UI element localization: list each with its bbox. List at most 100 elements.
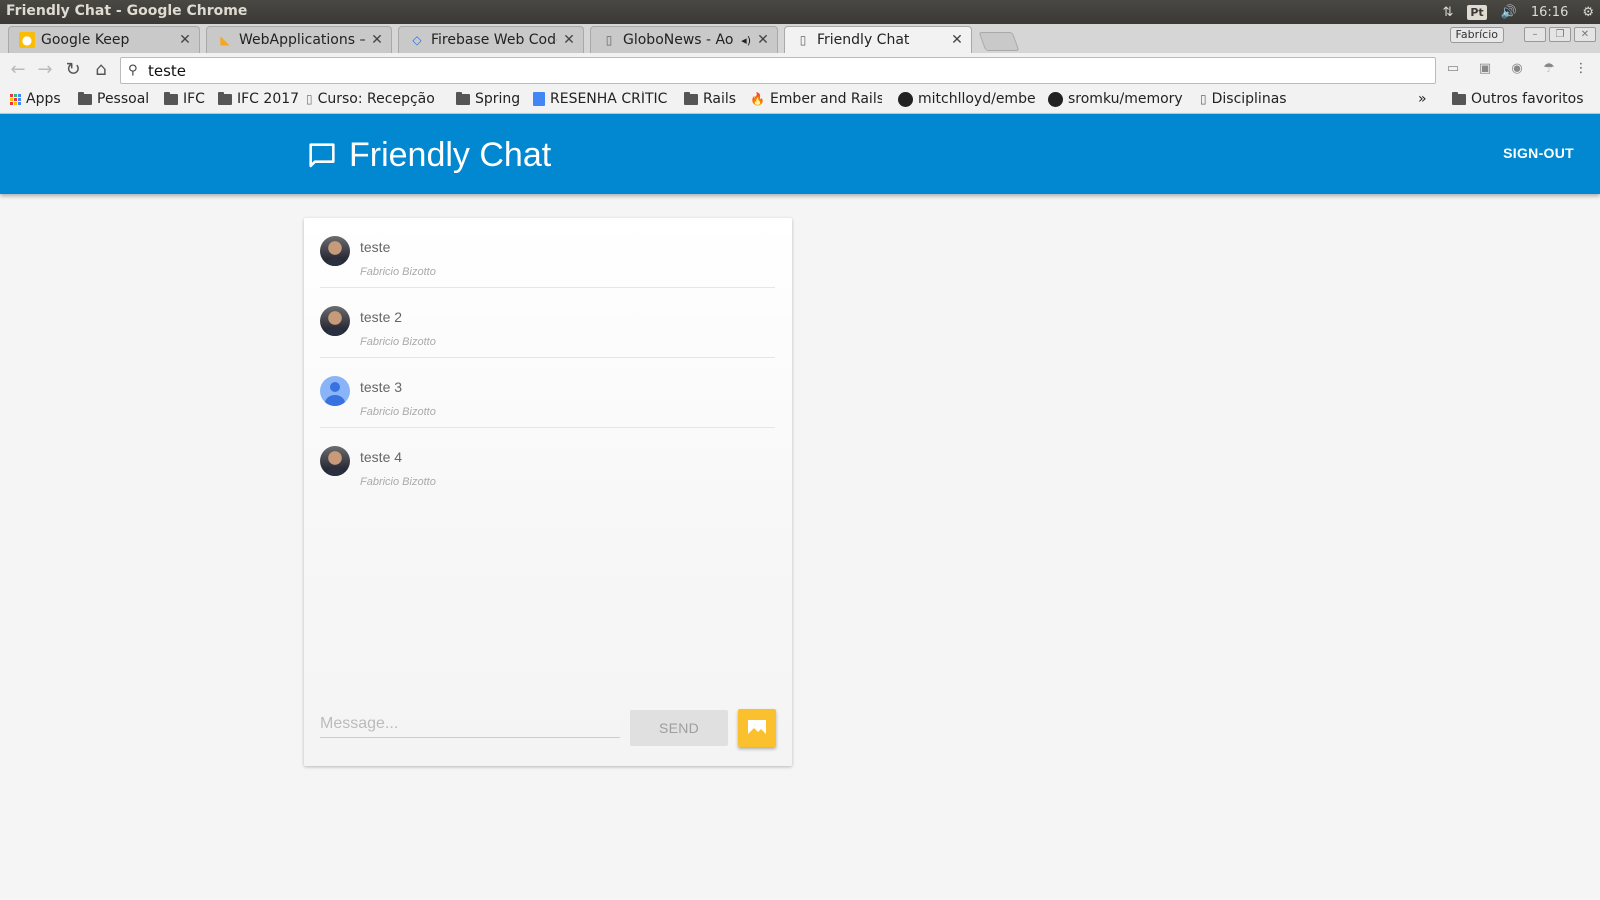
bookmark-sromku-memory[interactable]: sromku/memory bbox=[1048, 91, 1186, 107]
bookmark-resenha-critica[interactable]: RESENHA CRÍTIC bbox=[533, 91, 669, 107]
bookmark-ifc-2017[interactable]: IFC 2017 bbox=[218, 91, 299, 107]
tab-google-keep[interactable]: ● Google Keep ✕ bbox=[8, 26, 200, 53]
profile-button[interactable]: Fabrício bbox=[1449, 27, 1504, 43]
bookmark-apps[interactable]: Apps bbox=[10, 91, 61, 107]
network-icon[interactable]: ⇅ bbox=[1442, 5, 1453, 20]
keyboard-language[interactable]: Pt bbox=[1467, 4, 1487, 20]
browser-toolbar: ← → ↻ ⌂ ⚲ teste ▭ ▣ ◉ ☂ ⋮ bbox=[0, 53, 1600, 88]
address-bar-text[interactable]: teste bbox=[148, 62, 186, 80]
window-controls: – ❐ ✕ bbox=[1524, 27, 1596, 42]
folder-icon bbox=[456, 91, 470, 105]
apps-grid-icon bbox=[10, 93, 21, 105]
app-title-group: Friendly Chat bbox=[305, 136, 551, 175]
extension-icon[interactable]: ☂ bbox=[1540, 60, 1558, 78]
menu-dots-icon[interactable]: ⋮ bbox=[1572, 60, 1590, 78]
message-text: teste 3 bbox=[360, 379, 403, 395]
chat-bubble-icon bbox=[309, 142, 335, 167]
folder-icon bbox=[684, 91, 698, 105]
avatar bbox=[320, 236, 350, 266]
bookmark-label: Spring bbox=[475, 91, 521, 107]
bookmark-rails[interactable]: Rails bbox=[684, 91, 736, 107]
bookmark-label: Outros favoritos bbox=[1471, 91, 1584, 107]
bookmark-label: Disciplinas bbox=[1211, 91, 1287, 107]
close-icon[interactable]: ✕ bbox=[561, 32, 577, 48]
image-icon bbox=[748, 720, 766, 736]
extension-icon[interactable]: ▭ bbox=[1444, 60, 1462, 78]
bookmark-mitchlloyd[interactable]: mitchlloyd/embe bbox=[898, 91, 1038, 107]
message-text: teste 4 bbox=[360, 449, 403, 465]
forward-arrow-icon[interactable]: → bbox=[33, 58, 57, 82]
tab-webapplications[interactable]: ◣ WebApplications – ✕ bbox=[206, 26, 392, 53]
bookmark-outros-favoritos[interactable]: Outros favoritos bbox=[1452, 91, 1584, 107]
tab-title: Friendly Chat bbox=[817, 32, 910, 48]
tab-title: GloboNews - Ao V bbox=[623, 32, 739, 48]
bookmarks-overflow-button[interactable]: » bbox=[1418, 91, 1427, 107]
bookmark-label: Pessoal bbox=[97, 91, 150, 107]
reload-icon[interactable]: ↻ bbox=[61, 58, 85, 82]
close-icon[interactable]: ✕ bbox=[949, 32, 965, 48]
message-author: Fabricio Bizotto bbox=[360, 266, 436, 278]
clock[interactable]: 16:16 bbox=[1531, 5, 1568, 20]
folder-icon bbox=[78, 91, 92, 105]
bookmark-label: Apps bbox=[26, 91, 61, 107]
maximize-icon[interactable]: ❐ bbox=[1549, 27, 1571, 42]
page-icon: ▯ bbox=[799, 33, 807, 47]
bookmark-label: RESENHA CRÍTIC bbox=[550, 91, 668, 107]
extension-icon[interactable]: ▣ bbox=[1476, 60, 1494, 78]
sign-out-button[interactable]: SIGN-OUT bbox=[1503, 145, 1574, 161]
bookmark-label: IFC 2017 bbox=[237, 91, 300, 107]
message-item: teste 4 Fabricio Bizotto bbox=[320, 428, 775, 498]
bookmark-curso-recepcao[interactable]: ▯ Curso: Recepção bbox=[306, 91, 440, 107]
message-author: Fabricio Bizotto bbox=[360, 476, 436, 488]
close-icon[interactable]: ✕ bbox=[369, 32, 385, 48]
close-icon[interactable]: ✕ bbox=[177, 32, 193, 48]
os-title-bar: Friendly Chat - Google Chrome ⇅ Pt 🔊 16:… bbox=[0, 0, 1600, 24]
new-tab-button[interactable] bbox=[978, 32, 1020, 51]
bookmark-label: mitchlloyd/embe bbox=[918, 91, 1036, 107]
folder-icon bbox=[164, 91, 178, 105]
docs-icon bbox=[533, 92, 545, 106]
bookmark-ember-and-rails[interactable]: 🔥 Ember and Rails bbox=[750, 91, 882, 107]
tab-friendly-chat[interactable]: ▯ Friendly Chat ✕ bbox=[784, 26, 972, 53]
search-icon: ⚲ bbox=[128, 63, 138, 78]
tab-firebase-web-code[interactable]: ◇ Firebase Web Code ✕ bbox=[398, 26, 584, 53]
github-icon bbox=[898, 91, 913, 107]
messages-card: teste Fabricio Bizotto teste 2 Fabricio … bbox=[304, 218, 792, 766]
bookmark-pessoal[interactable]: Pessoal bbox=[78, 91, 149, 107]
bookmarks-bar: Apps Pessoal IFC IFC 2017 ▯ Curso: Recep… bbox=[0, 88, 1600, 114]
message-input[interactable] bbox=[320, 710, 620, 738]
message-author: Fabricio Bizotto bbox=[360, 336, 436, 348]
bookmark-label: sromku/memory bbox=[1068, 91, 1183, 107]
chevron-double-right-icon: » bbox=[1418, 91, 1427, 107]
firebase-icon: ◣ bbox=[220, 33, 230, 47]
window-close-icon[interactable]: ✕ bbox=[1574, 27, 1596, 42]
bookmark-label: Rails bbox=[703, 91, 737, 107]
audio-playing-icon[interactable]: ◂) bbox=[741, 34, 751, 47]
address-bar[interactable]: ⚲ teste bbox=[120, 57, 1436, 84]
message-item: teste 2 Fabricio Bizotto bbox=[320, 288, 775, 358]
tab-title: WebApplications – bbox=[239, 32, 365, 48]
upload-image-button[interactable] bbox=[738, 709, 776, 747]
extension-icon[interactable]: ◉ bbox=[1508, 60, 1526, 78]
bookmark-spring[interactable]: Spring bbox=[456, 91, 520, 107]
close-icon[interactable]: ✕ bbox=[755, 32, 771, 48]
back-arrow-icon[interactable]: ← bbox=[6, 58, 30, 82]
tab-title: Firebase Web Code bbox=[431, 32, 557, 48]
tab-strip: ● Google Keep ✕ ◣ WebApplications – ✕ ◇ … bbox=[0, 24, 1600, 53]
tab-globonews[interactable]: ▯ GloboNews - Ao V ◂) ✕ bbox=[590, 26, 778, 53]
bookmark-disciplinas[interactable]: ▯ Disciplinas bbox=[1200, 91, 1287, 107]
folder-icon bbox=[1452, 91, 1466, 105]
home-icon[interactable]: ⌂ bbox=[89, 58, 113, 82]
tab-title: Google Keep bbox=[41, 32, 130, 48]
code-icon: ◇ bbox=[412, 33, 422, 47]
bookmark-ifc[interactable]: IFC bbox=[164, 91, 205, 107]
volume-icon[interactable]: 🔊 bbox=[1501, 5, 1517, 20]
minimize-icon[interactable]: – bbox=[1524, 27, 1546, 42]
avatar bbox=[320, 306, 350, 336]
message-author: Fabricio Bizotto bbox=[360, 406, 436, 418]
system-settings-icon[interactable]: ⚙ bbox=[1582, 5, 1594, 20]
window-title: Friendly Chat - Google Chrome bbox=[6, 3, 248, 19]
message-item: teste 3 Fabricio Bizotto bbox=[320, 358, 775, 428]
send-button[interactable]: SEND bbox=[630, 710, 728, 746]
avatar bbox=[320, 376, 350, 406]
